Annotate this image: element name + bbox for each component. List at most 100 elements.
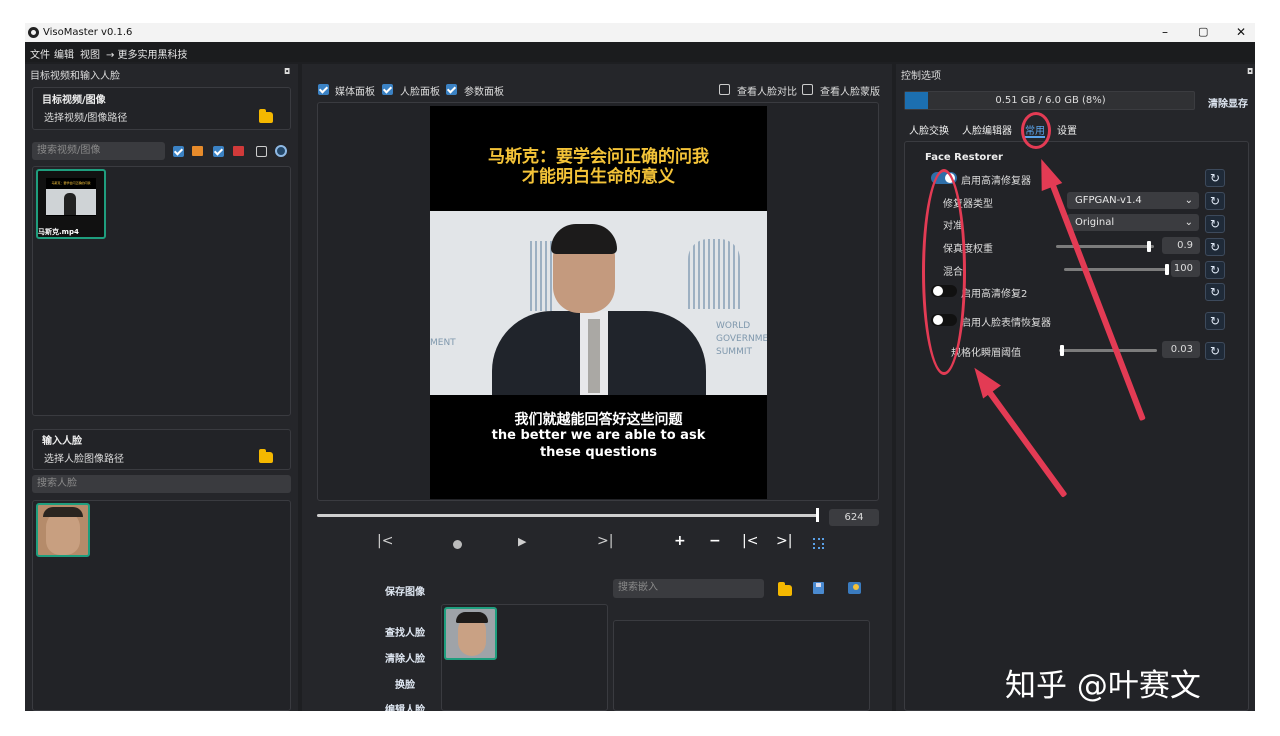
- play-button[interactable]: ▶: [518, 535, 526, 548]
- clear-memory-button[interactable]: 清除显存: [1208, 95, 1248, 110]
- find-faces-button[interactable]: 查找人脸: [385, 624, 425, 639]
- swap-faces-button[interactable]: 换脸: [395, 676, 415, 691]
- left-panel-float-icon[interactable]: ◘: [284, 67, 290, 76]
- face-panel-checkbox[interactable]: [382, 84, 393, 95]
- target-folder-icon[interactable]: [259, 109, 273, 123]
- right-panel-title: 控制选项: [901, 71, 941, 82]
- tab-settings[interactable]: 设置: [1057, 122, 1077, 137]
- thumb-filename: 马斯克.mp4: [38, 228, 79, 236]
- target-media-thumb[interactable]: 马斯克：要学会问正确的问我 马斯克.mp4: [36, 169, 106, 239]
- thumb-caption: 马斯克：要学会问正确的问我: [51, 181, 91, 185]
- record-button[interactable]: [453, 540, 462, 549]
- blend-reset-icon[interactable]: ↻: [1205, 261, 1225, 279]
- blend-value[interactable]: 100: [1171, 260, 1200, 277]
- next-marker-icon[interactable]: >|: [597, 533, 613, 549]
- memory-bar: 0.51 GB / 6.0 GB (8%): [904, 91, 1195, 110]
- blink-threshold-slider[interactable]: [1059, 349, 1157, 352]
- memory-text: 0.51 GB / 6.0 GB (8%): [995, 95, 1106, 106]
- target-media-section: 目标视频/图像 选择视频/图像路径: [32, 87, 291, 130]
- target-media-title: 目标视频/图像: [42, 95, 106, 106]
- enable-expression-reset-icon[interactable]: ↻: [1205, 312, 1225, 330]
- menu-file[interactable]: 文件: [30, 46, 50, 61]
- enable-restorer-label: 启用高清修复器: [961, 176, 1031, 187]
- annotation-oval-labels: [922, 169, 966, 375]
- frame-slider-track[interactable]: [317, 514, 819, 517]
- fidelity-reset-icon[interactable]: ↻: [1205, 238, 1225, 256]
- filter-video-checkbox[interactable]: [173, 146, 184, 157]
- align-reset-icon[interactable]: ↻: [1205, 215, 1225, 233]
- blink-threshold-label: 规格化瞬眉阈值: [951, 348, 1021, 359]
- menu-view[interactable]: 视图: [80, 46, 100, 61]
- param-panel-checkbox[interactable]: [446, 84, 457, 95]
- bg-text-summit: SUMMIT: [716, 347, 752, 357]
- video-subtitle-en1: the better we are able to ask: [491, 428, 706, 443]
- frame-slider-thumb[interactable]: [816, 508, 819, 522]
- enable-restorer-reset-icon[interactable]: ↻: [1205, 169, 1225, 187]
- filter-webcam-checkbox[interactable]: [256, 146, 267, 157]
- center-panel: 媒体面板 人脸面板 参数面板 查看人脸对比 查看人脸蒙版 马斯克：要学会问正确的…: [302, 64, 892, 711]
- minimize-button[interactable]: –: [1162, 25, 1168, 39]
- input-face-path-label: 选择人脸图像路径: [44, 454, 124, 465]
- menu-edit[interactable]: 编辑: [54, 46, 74, 61]
- restorer-type-reset-icon[interactable]: ↻: [1205, 192, 1225, 210]
- video-filter-icon: [192, 146, 203, 156]
- embed-search-input[interactable]: 搜索嵌入: [613, 579, 764, 598]
- fullscreen-icon[interactable]: [813, 538, 824, 549]
- annotation-circle-tab: [1021, 112, 1051, 149]
- blink-threshold-slider-thumb[interactable]: [1060, 345, 1064, 356]
- found-face-thumb[interactable]: [444, 607, 497, 660]
- add-marker-button[interactable]: +: [674, 533, 686, 549]
- app-title: VisoMaster v0.1.6: [43, 27, 133, 38]
- bg-text-left: MENT: [430, 338, 456, 348]
- save-embed-icon[interactable]: [813, 582, 824, 594]
- image-filter-icon: [233, 146, 244, 156]
- jump-next-icon[interactable]: >|: [776, 533, 792, 549]
- embed-folder-icon[interactable]: [778, 582, 792, 596]
- video-viewer: 马斯克：要学会问正确的问我 才能明白生命的意义 MENT WORLD GOVER…: [317, 102, 879, 501]
- fidelity-slider-thumb[interactable]: [1147, 241, 1151, 252]
- face-compare-checkbox[interactable]: [719, 84, 730, 95]
- menu-more-tools[interactable]: → 更多实用黑科技: [106, 46, 188, 61]
- remove-marker-button[interactable]: −: [709, 533, 721, 549]
- found-faces-list: [441, 604, 608, 711]
- video-subtitle-en2: these questions: [539, 445, 658, 460]
- face-folder-icon[interactable]: [259, 449, 273, 463]
- blink-threshold-reset-icon[interactable]: ↻: [1205, 342, 1225, 360]
- input-face-title: 输入人脸: [42, 436, 82, 447]
- chevron-down-icon: ⌄: [1184, 195, 1193, 206]
- left-panel: 目标视频和输入人脸 ◘ 目标视频/图像 选择视频/图像路径 搜索视频/图像 马斯…: [25, 64, 298, 711]
- target-search-input[interactable]: 搜索视频/图像: [32, 142, 165, 160]
- filter-image-checkbox[interactable]: [213, 146, 224, 157]
- blend-slider-thumb[interactable]: [1165, 264, 1169, 275]
- enable-restorer2-reset-icon[interactable]: ↻: [1205, 283, 1225, 301]
- restore-button[interactable]: ▢: [1198, 25, 1208, 38]
- edit-faces-button[interactable]: 编辑人脸: [385, 701, 425, 711]
- tab-face-swap[interactable]: 人脸交换: [909, 122, 949, 137]
- fidelity-slider[interactable]: [1056, 245, 1154, 248]
- input-face-thumb[interactable]: [36, 503, 90, 557]
- bg-text-gov: GOVERNMEN: [716, 334, 767, 344]
- prev-marker-icon[interactable]: |<: [377, 533, 393, 549]
- face-compare-label: 查看人脸对比: [737, 87, 797, 98]
- embed-image-icon[interactable]: [848, 582, 861, 594]
- restorer-type-select[interactable]: GFPGAN-v1.4 ⌄: [1067, 192, 1199, 209]
- jump-prev-icon[interactable]: |<: [742, 533, 758, 549]
- frame-number[interactable]: 624: [829, 509, 879, 526]
- input-face-section: 输入人脸 选择人脸图像路径: [32, 429, 291, 470]
- media-panel-checkbox[interactable]: [318, 84, 329, 95]
- face-search-input[interactable]: 搜索人脸: [32, 475, 291, 493]
- blend-slider[interactable]: [1064, 268, 1168, 271]
- clear-faces-button[interactable]: 清除人脸: [385, 650, 425, 665]
- face-mask-checkbox[interactable]: [802, 84, 813, 95]
- face-restorer-title: Face Restorer: [925, 152, 1003, 163]
- menu-bar: 文件 编辑 视图 → 更多实用黑科技: [25, 42, 1255, 62]
- embeddings-list: [613, 620, 870, 711]
- fidelity-value[interactable]: 0.9: [1162, 237, 1200, 254]
- save-image-button[interactable]: 保存图像: [385, 583, 425, 598]
- blink-threshold-value[interactable]: 0.03: [1162, 341, 1200, 358]
- chevron-down-icon: ⌄: [1184, 217, 1193, 228]
- tab-face-editor[interactable]: 人脸编辑器: [962, 122, 1012, 137]
- align-select[interactable]: Original ⌄: [1067, 214, 1199, 231]
- close-button[interactable]: ✕: [1236, 25, 1246, 39]
- right-panel-float-icon[interactable]: ◘: [1247, 67, 1253, 76]
